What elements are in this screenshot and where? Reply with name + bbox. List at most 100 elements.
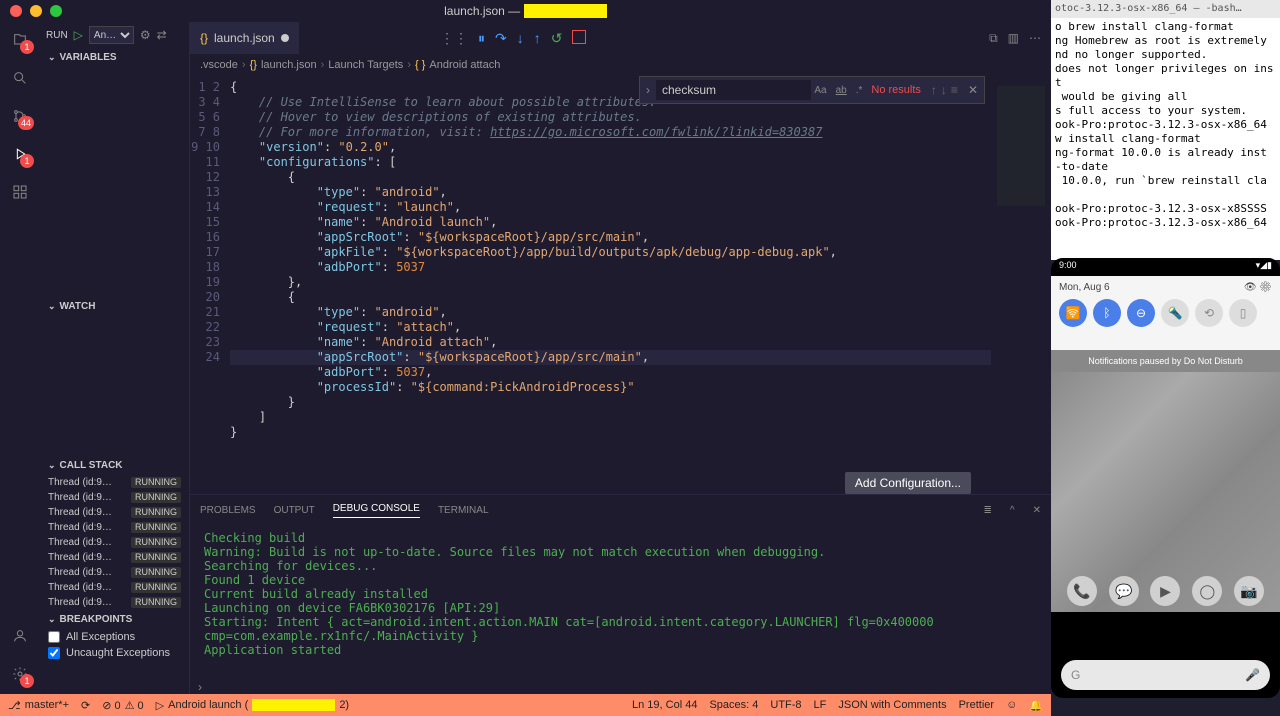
scm-icon[interactable]: 44 <box>8 104 32 128</box>
bluetooth-toggle[interactable]: ᛒ <box>1093 299 1121 327</box>
tab-debug-console[interactable]: DEBUG CONSOLE <box>333 503 420 518</box>
breakpoint-checkbox[interactable] <box>48 631 60 643</box>
callstack-thread[interactable]: Thread (id:9…RUNNING <box>40 580 189 595</box>
google-g-icon: G <box>1071 668 1080 682</box>
quick-settings: 🛜 ᛒ ⊖ 🔦 ⟲ ▯ <box>1059 299 1272 327</box>
line-gutter: 1 2 3 4 5 6 7 8 9 10 11 12 13 14 15 16 1… <box>190 76 230 494</box>
google-search-bar[interactable]: G 🎤 <box>1061 660 1270 690</box>
title-redacted <box>524 4 607 18</box>
messages-app-icon[interactable]: 💬 <box>1109 576 1139 606</box>
eol[interactable]: LF <box>814 699 827 711</box>
prettier-status[interactable]: Prettier <box>959 699 994 711</box>
breakpoint-checkbox[interactable] <box>48 647 60 659</box>
find-selection-icon[interactable]: ≡ <box>951 83 958 97</box>
editor[interactable]: 1 2 3 4 5 6 7 8 9 10 11 12 13 14 15 16 1… <box>190 76 1051 494</box>
callstack-thread[interactable]: Thread (id:9…RUNNING <box>40 520 189 535</box>
notifications-icon[interactable]: 🔔 <box>1029 699 1043 712</box>
emu-wallpaper[interactable]: 📞 💬 ▶ ◯ 📷 <box>1051 372 1280 612</box>
filter-icon[interactable]: ≣ <box>984 505 992 516</box>
editor-split: 1 2 3 4 5 6 7 8 9 10 11 12 13 14 15 16 1… <box>190 76 1051 494</box>
language-mode[interactable]: JSON with Comments <box>838 699 946 711</box>
breadcrumb[interactable]: .vscode › {} launch.json › Launch Target… <box>190 54 1051 76</box>
split-editor-icon[interactable]: ▥ <box>1008 31 1019 46</box>
find-prev-icon[interactable]: ↑ <box>931 83 937 97</box>
mic-icon[interactable]: 🎤 <box>1245 668 1260 682</box>
callstack-thread[interactable]: Thread (id:9…RUNNING <box>40 595 189 610</box>
explorer-icon[interactable]: 1 <box>8 28 32 52</box>
variables-section[interactable]: ⌄VARIABLES <box>40 48 189 67</box>
phone-app-icon[interactable]: 📞 <box>1067 576 1097 606</box>
tab-launch-json[interactable]: {} launch.json <box>190 22 299 54</box>
stop-button[interactable] <box>572 30 586 44</box>
expand-replace-icon[interactable]: › <box>640 83 656 97</box>
flashlight-toggle[interactable]: 🔦 <box>1161 299 1189 327</box>
tab-problems[interactable]: PROBLEMS <box>200 505 256 516</box>
wifi-toggle[interactable]: 🛜 <box>1059 299 1087 327</box>
config-select[interactable]: An… <box>89 26 134 44</box>
camera-app-icon[interactable]: 📷 <box>1234 576 1264 606</box>
callstack-thread[interactable]: Thread (id:9…RUNNING <box>40 565 189 580</box>
callstack-thread[interactable]: Thread (id:9…RUNNING <box>40 490 189 505</box>
play-app-icon[interactable]: ▶ <box>1150 576 1180 606</box>
sync-button[interactable]: ⟳ <box>81 699 90 712</box>
settings-icon[interactable]: 1 <box>8 662 32 686</box>
emu-statusbar: 9:00 ▾◢▮ <box>1051 258 1280 276</box>
add-configuration-button[interactable]: Add Configuration... <box>845 472 971 494</box>
pause-button[interactable]: ⏸ <box>478 30 485 47</box>
watch-section[interactable]: ⌄WATCH <box>40 297 189 316</box>
callstack-thread[interactable]: Thread (id:9…RUNNING <box>40 475 189 490</box>
tab-output[interactable]: OUTPUT <box>274 505 315 516</box>
code-content[interactable]: { // Use IntelliSense to learn about pos… <box>230 76 991 494</box>
minimap[interactable] <box>991 76 1051 494</box>
drag-handle-icon[interactable]: ⋮⋮ <box>440 30 468 47</box>
errors-warnings[interactable]: ⊘ 0 ⚠ 0 <box>102 699 143 712</box>
start-debug-button[interactable]: ▷ <box>74 28 83 42</box>
battery-saver-toggle[interactable]: ▯ <box>1229 299 1257 327</box>
extensions-icon[interactable] <box>8 180 32 204</box>
find-input[interactable] <box>656 80 811 100</box>
close-panel-icon[interactable]: ✕ <box>1033 505 1041 516</box>
debug-console-output[interactable]: Checking build Warning: Build is not up-… <box>190 525 1051 680</box>
restart-button[interactable]: ↺ <box>551 30 563 47</box>
dnd-toggle[interactable]: ⊖ <box>1127 299 1155 327</box>
external-terminal[interactable]: otoc-3.12.3-osx-x86_64 — -bash… o brew i… <box>1051 0 1280 260</box>
indentation[interactable]: Spaces: 4 <box>709 699 758 711</box>
regex-icon[interactable]: .* <box>853 83 866 98</box>
callstack-section[interactable]: ⌄CALL STACK <box>40 456 189 475</box>
autorotate-toggle[interactable]: ⟲ <box>1195 299 1223 327</box>
debug-launch-status[interactable]: ▷ Android launch ( 2) <box>156 699 349 712</box>
find-next-icon[interactable]: ↓ <box>941 83 947 97</box>
breakpoint-item[interactable]: All Exceptions <box>40 629 189 645</box>
callstack-thread[interactable]: Thread (id:9…RUNNING <box>40 550 189 565</box>
title-prefix: launch.json — <box>444 4 523 18</box>
more-actions-icon[interactable]: ⋯ <box>1029 31 1041 46</box>
git-branch[interactable]: ⎇ master*+ <box>8 699 69 712</box>
match-word-icon[interactable]: ab <box>833 83 850 98</box>
notification-shade[interactable]: Mon, Aug 6 👁 ⚙ 🛜 ᛒ ⊖ 🔦 ⟲ ▯ <box>1051 276 1280 350</box>
cursor-position[interactable]: Ln 19, Col 44 <box>632 699 697 711</box>
step-out-button[interactable]: ↑ <box>534 30 541 47</box>
step-into-button[interactable]: ↓ <box>517 30 524 47</box>
titlebar: launch.json — <box>0 0 1051 22</box>
android-emulator[interactable]: 9:00 ▾◢▮ Mon, Aug 6 👁 ⚙ 🛜 ᛒ ⊖ 🔦 ⟲ ▯ Noti… <box>1051 258 1280 698</box>
debug-console-input[interactable]: › <box>190 680 1051 694</box>
accounts-icon[interactable] <box>8 624 32 648</box>
match-case-icon[interactable]: Aa <box>811 83 829 98</box>
debug-console-toggle-icon[interactable]: ⇄ <box>157 28 167 42</box>
encoding[interactable]: UTF-8 <box>770 699 801 711</box>
search-icon[interactable] <box>8 66 32 90</box>
breakpoint-item[interactable]: Uncaught Exceptions <box>40 645 189 661</box>
step-over-button[interactable]: ↷ <box>495 30 507 47</box>
close-find-icon[interactable]: ✕ <box>962 83 984 97</box>
tab-terminal[interactable]: TERMINAL <box>438 505 489 516</box>
callstack-thread[interactable]: Thread (id:9…RUNNING <box>40 505 189 520</box>
chrome-app-icon[interactable]: ◯ <box>1192 576 1222 606</box>
terminal-body: o brew install clang-format ng Homebrew … <box>1055 20 1276 230</box>
compare-changes-icon[interactable]: ⧉ <box>989 31 998 46</box>
callstack-thread[interactable]: Thread (id:9…RUNNING <box>40 535 189 550</box>
collapse-panel-icon[interactable]: ^ <box>1010 505 1015 516</box>
config-gear-icon[interactable]: ⚙ <box>140 28 151 42</box>
debug-icon[interactable]: 1 <box>8 142 32 166</box>
feedback-icon[interactable]: ☺ <box>1006 699 1017 711</box>
breakpoints-section[interactable]: ⌄BREAKPOINTS <box>40 610 189 629</box>
